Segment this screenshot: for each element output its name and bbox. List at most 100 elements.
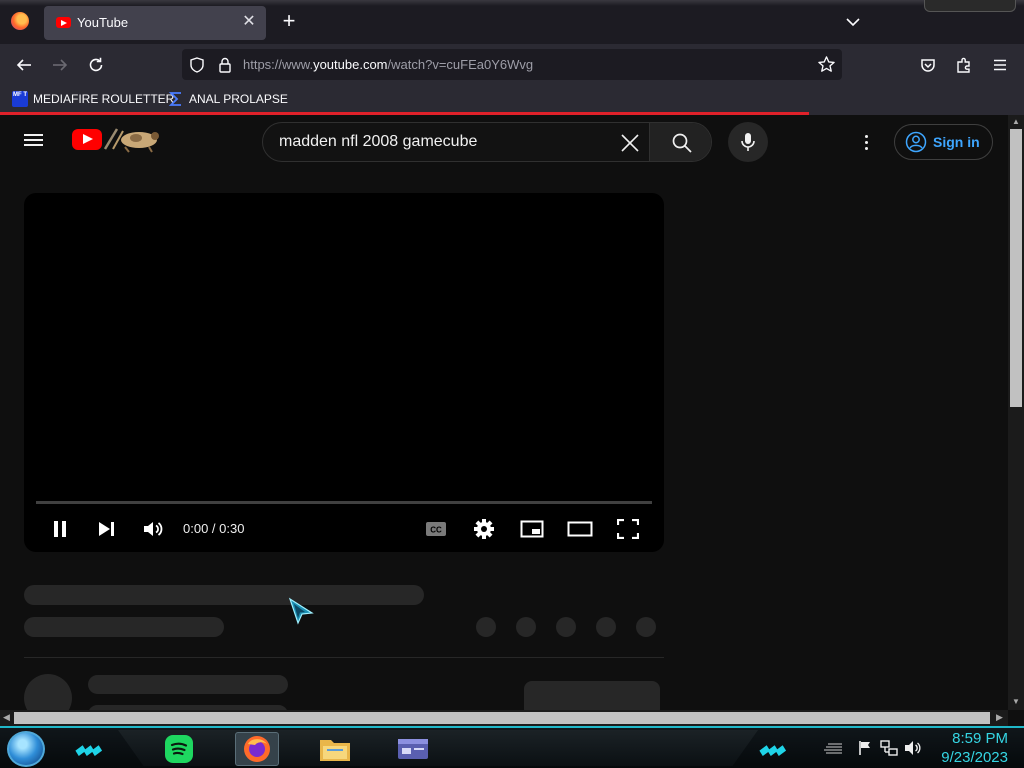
taskbar: ◆◆◆ ◆◆◆ 8:59 PM 9/23/2023	[0, 726, 1024, 768]
app-menu-button[interactable]	[987, 52, 1013, 78]
taskbar-decor-chevrons: ◆◆◆	[73, 742, 103, 757]
action-button-placeholder	[476, 617, 496, 637]
video-progress-bar[interactable]	[36, 501, 652, 504]
taskbar-decor-chevrons: ◆◆◆	[757, 742, 787, 757]
lock-icon[interactable]	[217, 56, 233, 79]
search-icon	[672, 133, 692, 153]
microphone-icon	[741, 133, 755, 151]
mute-button[interactable]	[139, 515, 167, 543]
search-input[interactable]: madden nfl 2008 gamecube	[279, 133, 477, 151]
vertical-scrollbar[interactable]: ▲ ▼	[1008, 115, 1024, 710]
action-button-placeholder	[636, 617, 656, 637]
youtube-doodle-logo[interactable]	[103, 123, 163, 153]
url-prefix: https://www.	[243, 57, 314, 72]
address-bar[interactable]: https://www.youtube.com/watch?v=cuFEa0Y6…	[182, 49, 842, 80]
subtitles-button[interactable]: CC	[422, 515, 450, 543]
browser-tab-strip: YouTube ✕ +	[0, 0, 1024, 44]
extensions-button[interactable]	[951, 52, 977, 78]
youtube-page: madden nfl 2008 gamecube Sign in 0:00 / …	[0, 115, 1008, 710]
list-all-tabs-chevron-down-icon[interactable]	[842, 12, 864, 32]
channel-avatar-placeholder	[24, 674, 72, 710]
theater-mode-button[interactable]	[566, 515, 594, 543]
hamburger-menu-icon	[24, 134, 43, 136]
vertical-scroll-thumb[interactable]	[1010, 129, 1022, 407]
voice-search-button[interactable]	[728, 122, 768, 162]
new-tab-button[interactable]: +	[278, 10, 300, 33]
action-button-placeholder	[556, 617, 576, 637]
video-time-display: 0:00 / 0:30	[183, 521, 245, 536]
system-clock[interactable]: 8:59 PM 9/23/2023	[941, 729, 1008, 767]
fullscreen-button[interactable]	[614, 515, 642, 543]
show-hidden-icons-icon[interactable]	[824, 742, 844, 756]
scroll-right-arrow-icon[interactable]: ▶	[996, 712, 1003, 723]
firefox-taskbar-button[interactable]	[235, 732, 279, 766]
miniplayer-button[interactable]	[518, 515, 546, 543]
hamburger-menu-icon	[994, 59, 1006, 71]
bookmark-label: MEDIAFIRE ROULETTER	[33, 92, 175, 106]
file-explorer-taskbar-button[interactable]	[313, 732, 357, 766]
bookmark-anal-prolapse[interactable]: ANAL PROLAPSE	[168, 89, 288, 109]
pause-icon	[54, 521, 66, 537]
scroll-up-arrow-icon[interactable]: ▲	[1012, 117, 1020, 126]
volume-tray-icon[interactable]	[904, 740, 922, 756]
sign-in-button[interactable]: Sign in	[894, 124, 993, 160]
url-path: /watch?v=cuFEa0Y6Wvg	[387, 57, 534, 72]
search-button[interactable]	[649, 123, 711, 161]
more-dot	[864, 146, 868, 150]
skip-next-icon	[99, 522, 114, 536]
url-domain: youtube.com	[313, 57, 388, 72]
video-player[interactable]: 0:00 / 0:30 CC	[24, 193, 664, 552]
reload-button[interactable]	[83, 52, 109, 78]
network-icon[interactable]	[880, 740, 898, 756]
arrow-right-icon	[53, 59, 68, 71]
pocket-button[interactable]	[915, 52, 941, 78]
closed-captions-icon: CC	[426, 522, 446, 536]
section-divider	[24, 657, 664, 658]
scroll-left-arrow-icon[interactable]: ◀	[3, 712, 10, 723]
horizontal-scroll-thumb[interactable]	[14, 712, 990, 724]
tracking-protection-shield-icon[interactable]	[188, 56, 206, 79]
desktop-screen: YouTube ✕ + https://www.youtube.com/watc…	[0, 0, 1024, 768]
youtube-favicon-icon	[56, 17, 71, 28]
guide-menu-button[interactable]	[24, 131, 48, 151]
next-video-button[interactable]	[92, 515, 120, 543]
pause-button[interactable]	[46, 515, 74, 543]
reload-icon	[89, 57, 103, 72]
tab-title: YouTube	[77, 15, 129, 30]
puzzle-icon	[957, 57, 970, 73]
youtube-logo-icon[interactable]	[72, 129, 102, 150]
action-button-placeholder	[516, 617, 536, 637]
clear-search-icon[interactable]	[619, 132, 641, 154]
action-center-flag-icon[interactable]	[857, 740, 873, 756]
forward-button[interactable]	[47, 52, 73, 78]
bookmarks-toolbar: MF T MEDIAFIRE ROULETTER ANAL PROLAPSE	[0, 85, 1024, 112]
start-button[interactable]	[7, 731, 45, 767]
tab-close-icon[interactable]: ✕	[240, 13, 258, 31]
miniplayer-icon	[520, 520, 544, 538]
bookmark-star-icon[interactable]	[817, 55, 836, 79]
back-button[interactable]	[11, 52, 37, 78]
gear-icon	[474, 519, 494, 539]
settings-more-button[interactable]	[856, 132, 876, 152]
bookmark-mediafire-rouletter[interactable]: MF T MEDIAFIRE ROULETTER	[12, 89, 174, 109]
pocket-icon	[921, 59, 935, 72]
sigma-bookmark-icon	[168, 92, 181, 106]
firefox-menu-icon[interactable]	[11, 12, 29, 30]
settings-button[interactable]	[470, 515, 498, 543]
mouse-cursor-icon	[288, 597, 314, 625]
spotify-icon	[165, 735, 193, 763]
tab-youtube[interactable]: YouTube ✕	[44, 6, 266, 40]
clock-time: 8:59 PM	[952, 730, 1008, 747]
file-explorer-icon	[320, 740, 350, 761]
svg-text:CC: CC	[430, 526, 442, 535]
scroll-down-arrow-icon[interactable]: ▼	[1012, 697, 1020, 706]
bookmark-label: ANAL PROLAPSE	[189, 92, 288, 106]
search-box[interactable]: madden nfl 2008 gamecube	[262, 122, 712, 162]
spotify-taskbar-button[interactable]	[157, 732, 201, 766]
video-meta-placeholder	[24, 617, 224, 637]
fullscreen-icon	[617, 519, 639, 539]
horizontal-scrollbar[interactable]: ◀ ▶	[0, 710, 1008, 726]
more-dots-icon	[864, 134, 868, 138]
window-app-taskbar-button[interactable]	[391, 732, 435, 766]
theater-mode-icon	[567, 521, 593, 537]
